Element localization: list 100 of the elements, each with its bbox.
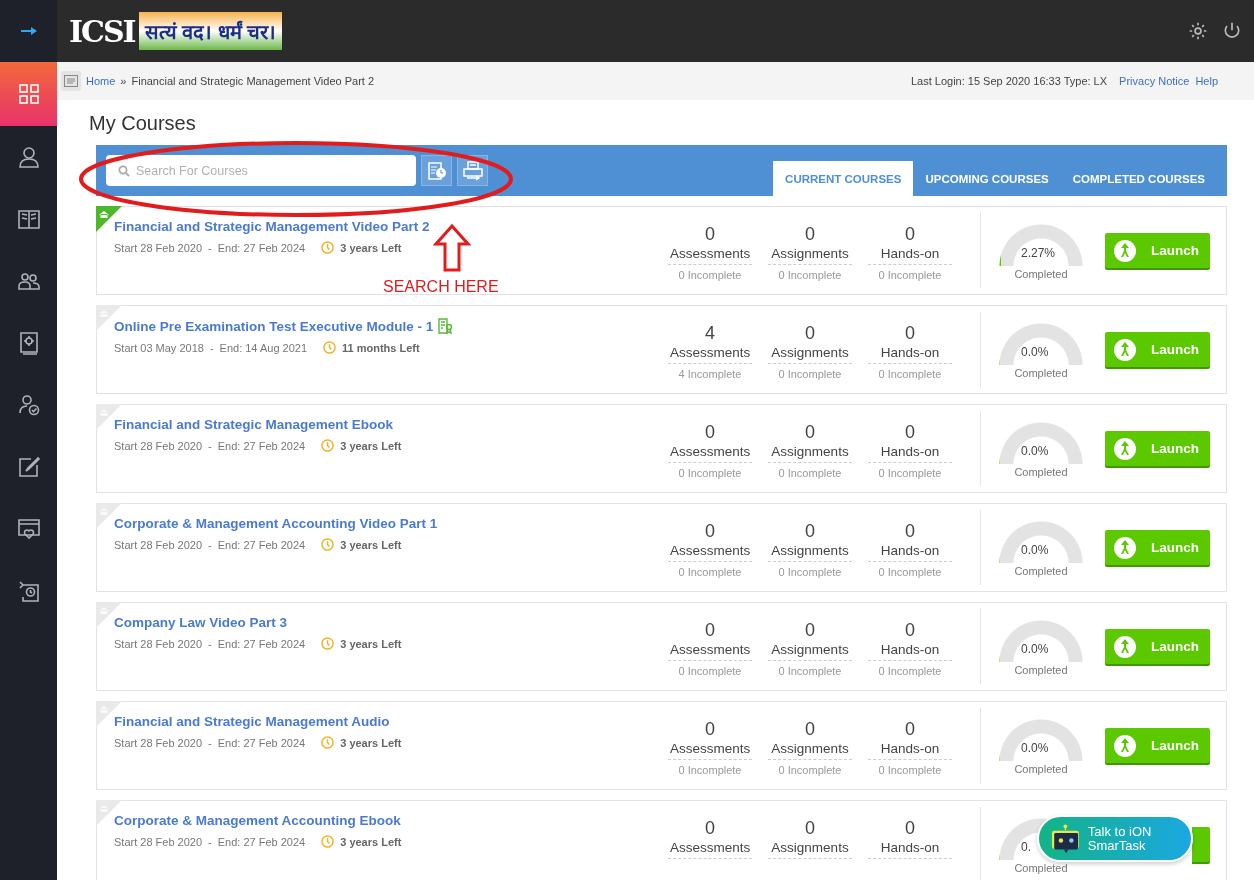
settings-icon[interactable] bbox=[1188, 21, 1208, 41]
stat-count: 0 bbox=[705, 224, 715, 245]
stat-label: Assignments bbox=[768, 839, 852, 859]
launch-button[interactable]: Launch bbox=[1105, 233, 1210, 268]
date-separator: - bbox=[208, 241, 212, 254]
stat-count: 0 bbox=[805, 323, 815, 344]
course-title-link[interactable]: Corporate & Management Accounting Video Part 1 bbox=[114, 516, 438, 531]
stat-count: 0 bbox=[905, 224, 915, 245]
date-separator: - bbox=[208, 637, 212, 650]
incomplete-count: 0 Incomplete bbox=[778, 467, 842, 479]
date-separator: - bbox=[208, 835, 212, 848]
incomplete-count: 0 Incomplete bbox=[778, 764, 842, 776]
stat-count: 0 bbox=[805, 620, 815, 641]
stat-label: Assignments bbox=[768, 542, 852, 562]
header-link[interactable]: Privacy Notice bbox=[1119, 75, 1190, 87]
clock-document-icon bbox=[426, 160, 447, 181]
end-date: End: 27 Feb 2024 bbox=[217, 637, 306, 650]
sidebar-item[interactable] bbox=[0, 62, 57, 126]
course-title-link[interactable]: Financial and Strategic Management Audio bbox=[114, 714, 390, 729]
history-icon bbox=[16, 579, 41, 603]
incomplete-count: 0 Incomplete bbox=[878, 665, 942, 677]
completed-label: Completed bbox=[1014, 267, 1068, 280]
header-link[interactable]: Help bbox=[1195, 75, 1218, 87]
course-tab[interactable]: UPCOMING COURSES bbox=[913, 161, 1061, 196]
incomplete-count: 0 Incomplete bbox=[678, 566, 742, 578]
logo-text: ICSI bbox=[69, 13, 135, 49]
percent-text: 0.0% bbox=[1021, 344, 1049, 359]
clock-icon bbox=[321, 736, 335, 749]
stat-label: Assessments bbox=[668, 344, 752, 364]
percent-text: 2.27% bbox=[1021, 245, 1056, 260]
course-tab[interactable]: CURRENT COURSES bbox=[773, 161, 914, 196]
course-title-link[interactable]: Financial and Strategic Management Ebook bbox=[114, 417, 394, 432]
date-separator: - bbox=[208, 538, 212, 551]
stat-label: Assignments bbox=[768, 740, 852, 760]
launch-button[interactable]: Launch bbox=[1105, 530, 1210, 565]
launch-button[interactable]: Launch bbox=[1105, 629, 1210, 664]
end-date: End: 14 Aug 2021 bbox=[219, 341, 308, 354]
incomplete-count: 0 Incomplete bbox=[878, 467, 942, 479]
stat-count: 0 bbox=[905, 818, 915, 839]
stat-label: Hands-on bbox=[868, 740, 952, 760]
percent-text: 0.0% bbox=[1021, 443, 1049, 458]
clock-icon bbox=[321, 439, 335, 452]
incomplete-count: 0 Incomplete bbox=[678, 269, 742, 281]
end-date: End: 27 Feb 2024 bbox=[217, 736, 306, 749]
course-title-link[interactable]: Financial and Strategic Management Video Part 2 bbox=[114, 219, 430, 234]
completed-label: Completed bbox=[1014, 663, 1068, 676]
launch-button[interactable]: Launch bbox=[1105, 332, 1210, 367]
stat-label: Assignments bbox=[768, 245, 852, 265]
course-tab[interactable]: COMPLETED COURSES bbox=[1060, 161, 1217, 196]
launch-button[interactable]: Launch bbox=[1105, 728, 1210, 763]
clock-icon bbox=[321, 241, 335, 254]
stat-count: 0 bbox=[905, 422, 915, 443]
incomplete-count: 0 Incomplete bbox=[778, 566, 842, 578]
launch-button[interactable]: Launch bbox=[1105, 431, 1210, 466]
stat-label: Assignments bbox=[768, 443, 852, 463]
percent-text: 0. bbox=[1021, 839, 1031, 854]
stat-label: Assessments bbox=[668, 839, 752, 859]
start-date: Start 03 May 2018 bbox=[114, 341, 204, 354]
course-title-link[interactable]: Company Law Video Part 3 bbox=[114, 615, 288, 630]
time-left: 3 years Left bbox=[340, 439, 402, 452]
last-login-text: Last Login: 15 Sep 2020 16:33 Type: LX bbox=[910, 75, 1108, 87]
incomplete-count: 0 Incomplete bbox=[778, 269, 842, 281]
incomplete-count: 0 Incomplete bbox=[678, 764, 742, 776]
power-icon[interactable] bbox=[1222, 21, 1242, 41]
incomplete-count: 0 Incomplete bbox=[878, 269, 942, 281]
menu-toggle[interactable] bbox=[61, 71, 81, 91]
stat-count: 0 bbox=[705, 719, 715, 740]
search-field[interactable]: Search For Courses bbox=[106, 155, 416, 186]
stat-label: Assessments bbox=[668, 542, 752, 562]
clock-icon bbox=[321, 538, 335, 551]
user-check-icon bbox=[16, 393, 41, 417]
incomplete-count: 4 Incomplete bbox=[678, 368, 742, 380]
stat-count: 0 bbox=[805, 521, 815, 542]
search-icon bbox=[118, 165, 130, 177]
history-button[interactable] bbox=[421, 155, 452, 186]
date-separator: - bbox=[208, 736, 212, 749]
stat-count: 4 bbox=[705, 323, 715, 344]
breadcrumb-separator: » bbox=[120, 75, 127, 87]
print-icon bbox=[462, 160, 483, 181]
percent-text: 0.0% bbox=[1021, 542, 1049, 557]
stat-count: 0 bbox=[905, 719, 915, 740]
stat-label: Hands-on bbox=[868, 641, 952, 661]
course-title-link[interactable]: Online Pre Examination Test Executive Module - 1 bbox=[114, 318, 434, 334]
home-link[interactable]: Home bbox=[86, 75, 116, 87]
date-separator: - bbox=[208, 439, 212, 452]
completed-label: Completed bbox=[1014, 465, 1068, 478]
date-separator: - bbox=[209, 341, 214, 354]
course-title-link[interactable]: Corporate & Management Accounting Ebook bbox=[114, 813, 401, 828]
time-left: 11 months Left bbox=[342, 341, 420, 354]
completed-label: Completed bbox=[1014, 762, 1068, 775]
stat-count: 0 bbox=[705, 818, 715, 839]
time-left: 3 years Left bbox=[340, 835, 402, 848]
start-date: Start 28 Feb 2020 bbox=[114, 637, 203, 650]
grid-icon bbox=[16, 82, 41, 106]
collapse-arrow-icon[interactable] bbox=[20, 27, 37, 35]
time-left: 3 years Left bbox=[340, 637, 402, 650]
stat-count: 0 bbox=[805, 719, 815, 740]
percent-text: 0.0% bbox=[1021, 740, 1049, 755]
chat-bot-button[interactable]: Talk to iON SmarTask bbox=[1037, 815, 1193, 862]
time-left: 3 years Left bbox=[340, 538, 402, 551]
